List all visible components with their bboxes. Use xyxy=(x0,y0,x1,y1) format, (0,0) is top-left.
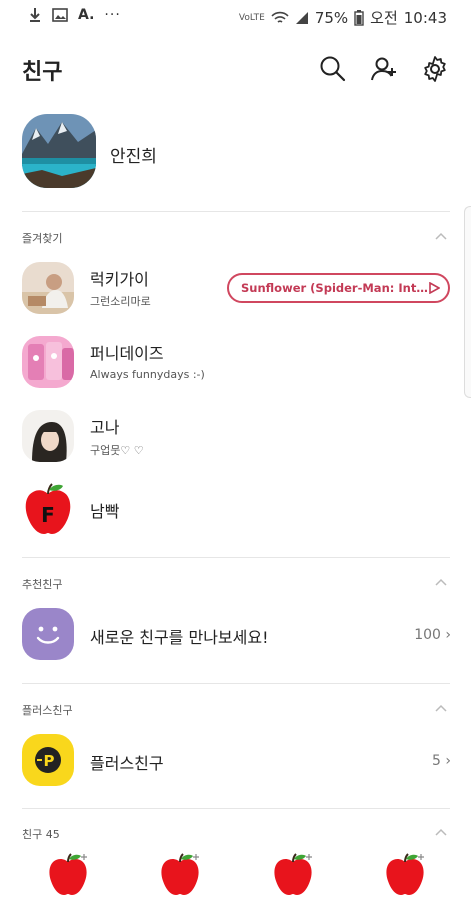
search-icon[interactable] xyxy=(318,54,348,84)
status-bar: A. ··· VoLTE 75% 오전 10:43 xyxy=(0,0,471,34)
friend-name: 퍼니데이즈 xyxy=(90,344,164,363)
pink-package-photo-icon xyxy=(22,336,74,388)
person-photo-icon xyxy=(22,262,74,314)
recommended-section-label: 추천친구 xyxy=(22,578,63,591)
download-icon xyxy=(30,8,40,22)
friend-avatar[interactable] xyxy=(22,410,74,462)
chevron-right-icon: › xyxy=(445,627,451,643)
chevron-up-icon[interactable] xyxy=(435,703,447,713)
scrollbar-handle[interactable] xyxy=(464,206,471,398)
smiley-face-icon xyxy=(22,608,74,660)
friend-status-message: 그런소리마로 xyxy=(90,295,151,308)
more-notifications-icon: ··· xyxy=(104,7,121,23)
friend-name: 남빡 xyxy=(90,502,120,521)
red-apple-f-icon[interactable]: F xyxy=(22,482,74,536)
chevron-up-icon[interactable] xyxy=(435,231,447,241)
image-icon xyxy=(52,8,68,22)
battery-icon xyxy=(354,9,364,26)
friend-status-message: Always funnydays :-) xyxy=(90,368,205,381)
friend-name: 고나 xyxy=(90,418,120,437)
apple-emoticon-icon xyxy=(158,852,202,902)
apple-emoticon-icon xyxy=(46,852,90,902)
plus-friends-section-label: 플러스친구 xyxy=(22,704,73,717)
apple-emoticon-icon xyxy=(271,852,315,902)
svg-text:F: F xyxy=(41,503,55,527)
clock: 10:43 xyxy=(403,8,447,27)
plus-friends-title: 플러스친구 xyxy=(90,754,164,773)
divider xyxy=(22,557,450,558)
friend-name: 럭키가이 xyxy=(90,270,149,289)
my-profile-avatar[interactable] xyxy=(22,114,96,188)
divider xyxy=(22,683,450,684)
divider xyxy=(22,211,450,212)
plus-friend-logo-icon: P xyxy=(22,734,74,786)
font-icon: A. xyxy=(78,7,95,23)
settings-gear-icon[interactable] xyxy=(420,54,450,84)
plus-friends-count: 5 › xyxy=(432,753,451,769)
apple-emoticon-icon xyxy=(383,852,427,902)
time-prefix: 오전 xyxy=(370,9,398,27)
battery-level: 75% xyxy=(314,8,349,27)
chevron-up-icon[interactable] xyxy=(435,827,447,837)
page-title: 친구 xyxy=(22,60,63,85)
friends-header: 친구 xyxy=(0,46,471,90)
my-profile-name: 안진희 xyxy=(110,147,157,167)
chevron-up-icon[interactable] xyxy=(435,577,447,587)
volte-indicator: VoLTE xyxy=(238,12,265,23)
girl-photo-icon xyxy=(22,410,74,462)
friend-avatar[interactable] xyxy=(22,336,74,388)
friend-avatar[interactable] xyxy=(22,262,74,314)
recommended-title: 새로운 친구를 만나보세요! xyxy=(90,628,269,647)
friends-section-label: 친구 45 xyxy=(22,828,60,841)
svg-text:P: P xyxy=(44,752,55,770)
signal-icon xyxy=(295,11,308,24)
lake-mountain-photo-icon xyxy=(22,114,96,188)
music-title: Sunflower (Spider-Man: Into... xyxy=(241,281,428,295)
my-profile-row[interactable]: 안진희 xyxy=(22,114,442,194)
favorites-section-label: 즐겨찾기 xyxy=(22,232,63,245)
count-value: 100 xyxy=(414,627,441,643)
chevron-right-icon: › xyxy=(445,753,451,769)
count-value: 5 xyxy=(432,753,441,769)
add-friend-icon[interactable] xyxy=(370,54,400,84)
divider xyxy=(22,808,450,809)
play-icon xyxy=(429,282,440,294)
recommended-count: 100 › xyxy=(414,627,451,643)
profile-music-button[interactable]: Sunflower (Spider-Man: Into... xyxy=(227,273,450,303)
wifi-icon xyxy=(271,11,289,23)
friend-status-message: 구업뭇♡ ♡ xyxy=(90,444,144,457)
